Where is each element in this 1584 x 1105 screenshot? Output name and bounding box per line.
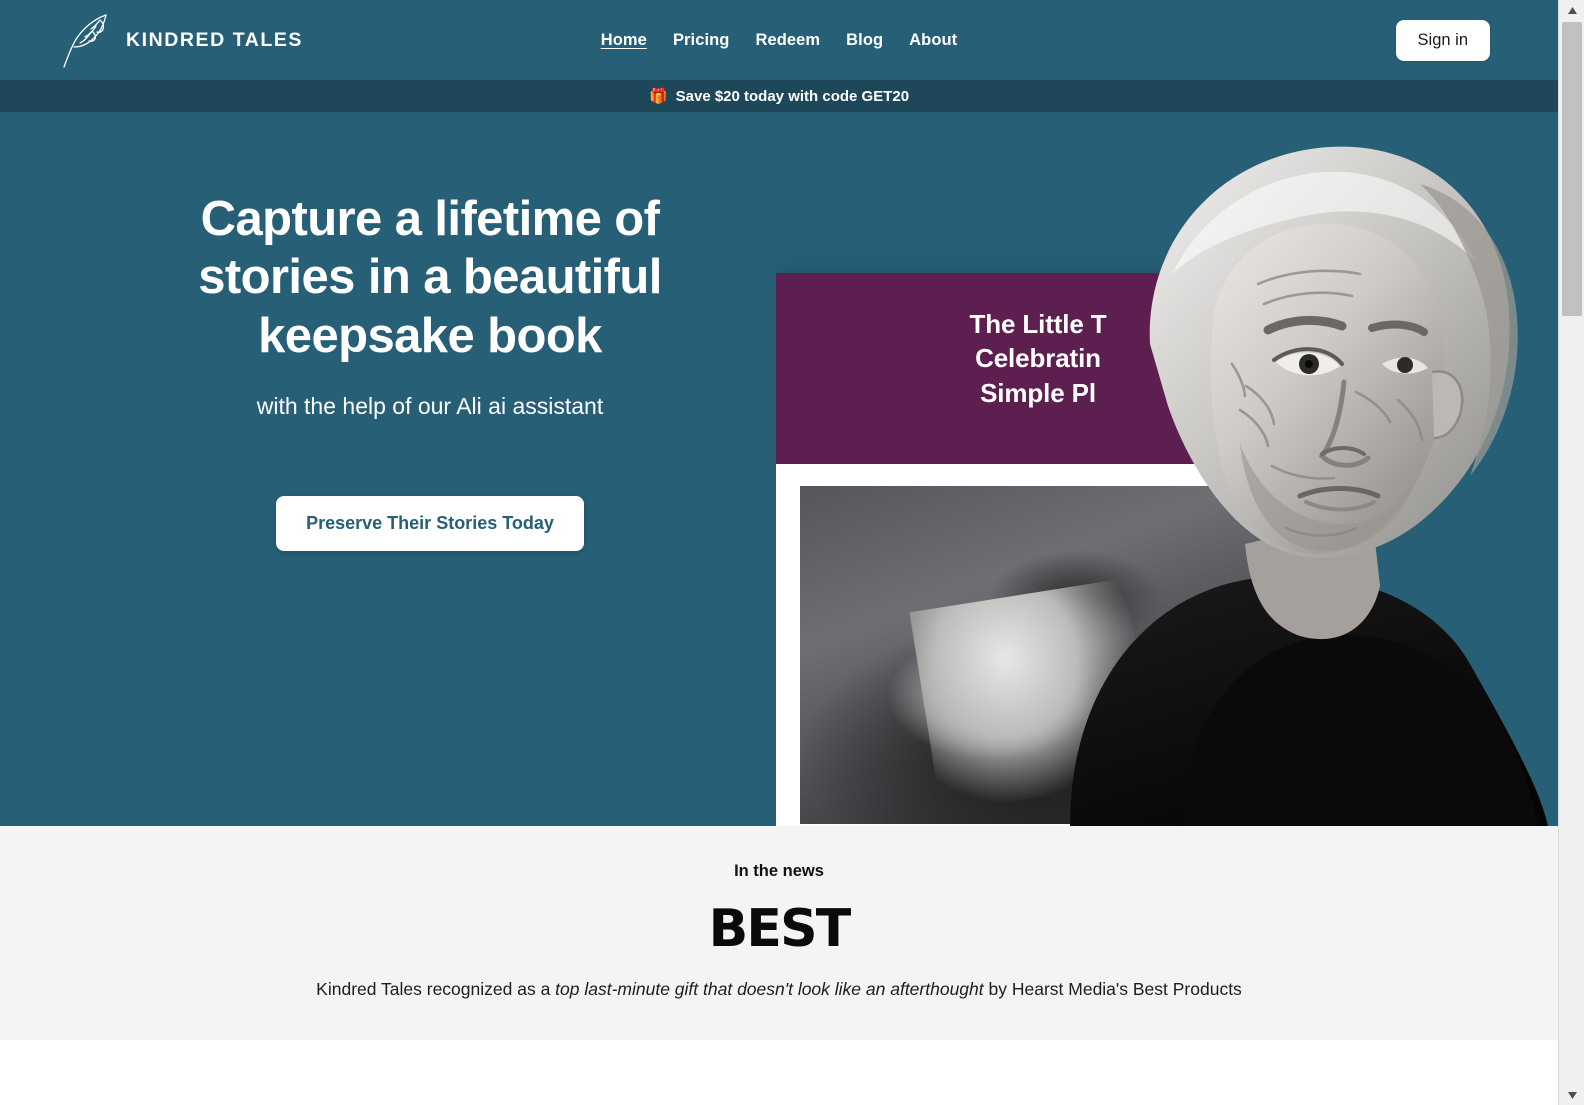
site-header: KINDRED TALES Home Pricing Redeem Blog A…	[0, 0, 1558, 80]
hero-copy: Capture a lifetime of stories in a beaut…	[0, 190, 860, 551]
brand-logo-link[interactable]: KINDRED TALES	[60, 10, 303, 70]
sign-in-button[interactable]: Sign in	[1395, 20, 1490, 61]
feather-quill-icon	[60, 10, 112, 70]
nav-item-redeem[interactable]: Redeem	[755, 31, 820, 50]
nav-item-blog[interactable]: Blog	[846, 31, 883, 50]
hero-artwork: The Little T Celebratin Simple Pl	[776, 112, 1558, 826]
scrollbar-thumb[interactable]	[1562, 22, 1582, 316]
best-products-logo: BEST	[708, 899, 852, 959]
nav-item-home[interactable]: Home	[601, 31, 647, 50]
promo-banner[interactable]: 🎁 Save $20 today with code GET20	[0, 80, 1558, 112]
news-caption-before: Kindred Tales recognized as a	[316, 979, 556, 999]
promo-banner-text: Save $20 today with code GET20	[675, 87, 910, 105]
browser-viewport: KINDRED TALES Home Pricing Redeem Blog A…	[0, 0, 1584, 1105]
scroll-up-arrow-icon[interactable]	[1559, 0, 1584, 20]
hero-subtitle: with the help of our Ali ai assistant	[256, 392, 604, 419]
news-caption-after: by Hearst Media's Best Products	[983, 979, 1242, 999]
in-the-news-section: In the news BEST Kindred Tales recognize…	[0, 826, 1558, 1041]
page-bottom-spacer	[0, 1040, 1558, 1105]
vertical-scrollbar[interactable]	[1558, 0, 1584, 1105]
hero-section: Capture a lifetime of stories in a beaut…	[0, 112, 1558, 826]
news-heading: In the news	[734, 862, 824, 880]
gift-icon: 🎁	[648, 87, 668, 105]
scroll-down-arrow-icon[interactable]	[1559, 1085, 1584, 1105]
news-caption: Kindred Tales recognized as a top last-m…	[0, 977, 1558, 1002]
preserve-stories-button[interactable]: Preserve Their Stories Today	[276, 495, 584, 551]
nav-item-about[interactable]: About	[909, 31, 957, 50]
page-content: KINDRED TALES Home Pricing Redeem Blog A…	[0, 0, 1558, 1105]
elderly-woman-portrait	[1000, 124, 1558, 826]
news-caption-emphasis: top last-minute gift that doesn't look l…	[555, 979, 984, 999]
nav-item-pricing[interactable]: Pricing	[673, 31, 730, 50]
hero-title: Capture a lifetime of stories in a beaut…	[198, 192, 662, 363]
brand-name: KINDRED TALES	[126, 28, 304, 51]
